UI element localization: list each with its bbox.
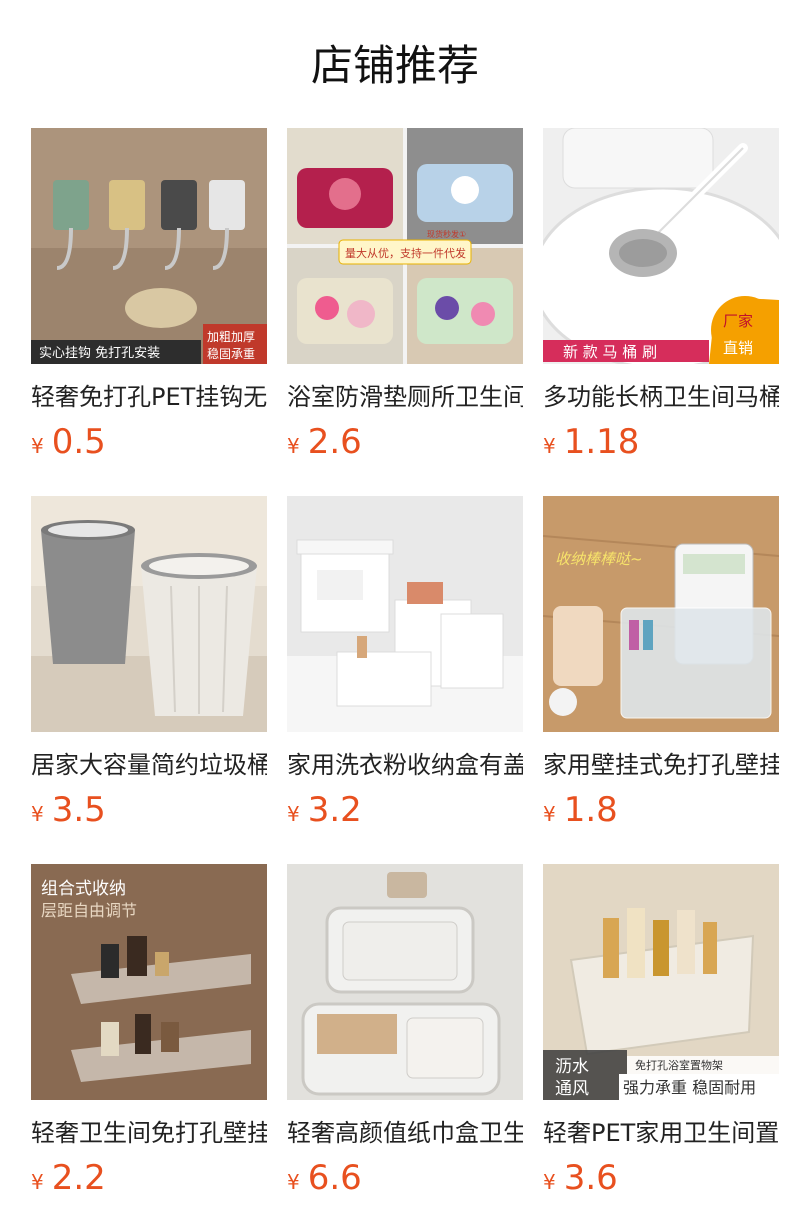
product-image[interactable] [287,496,523,732]
product-image[interactable] [287,864,523,1100]
badge-text: 通风 [555,1079,589,1099]
price-value: 3.2 [307,790,362,830]
product-name[interactable]: 家用壁挂式免打孔壁挂收纳盒 [543,748,779,782]
tissue-box-image [287,864,523,1100]
toilet-brush-image: 新 款 马 桶 刷 厂家 直销 [543,128,779,364]
product-grid: 实心挂钩 免打孔安装 加粗加厚 稳固承重 轻奢免打孔PET挂钩无痕强力粘胶 ¥ … [31,128,790,1232]
product-card[interactable]: 收纳棒棒哒~ 家用壁挂式免打孔壁挂收纳盒 ¥ 1.8 [543,496,779,864]
badge-text: 组合式收纳 [41,879,126,899]
price-value: 6.6 [307,1158,362,1198]
badge-text: 收纳棒棒哒~ [555,550,643,568]
badge-text: 量大从优，支持一件代发 [345,246,466,260]
product-card[interactable]: 轻奢高颜值纸巾盒卫生间 ¥ 6.6 [287,864,523,1232]
product-price: ¥ 3.6 [543,1156,779,1200]
trash-can-image [31,496,267,732]
product-card[interactable]: 家用洗衣粉收纳盒有盖 ¥ 3.2 [287,496,523,864]
product-image[interactable]: 量大从优，支持一件代发 现货秒发① [287,128,523,364]
wall-shelf-image: 组合式收纳 层距自由调节 [31,864,267,1100]
product-name[interactable]: 轻奢高颜值纸巾盒卫生间 [287,1116,523,1150]
product-price: ¥ 2.6 [287,420,523,464]
product-name[interactable]: 轻奢免打孔PET挂钩无痕强力粘胶 [31,380,267,414]
product-image[interactable]: 实心挂钩 免打孔安装 加粗加厚 稳固承重 [31,128,267,364]
badge-text: 沥水 [555,1057,589,1077]
product-name[interactable]: 居家大容量简约垃圾桶 [31,748,267,782]
product-price: ¥ 3.2 [287,788,523,832]
wall-pouch-image: 收纳棒棒哒~ [543,496,779,732]
currency-symbol: ¥ [31,802,44,826]
badge-text: 新 款 马 桶 刷 [563,343,657,361]
product-name[interactable]: 轻奢卫生间免打孔壁挂置物架 [31,1116,267,1150]
product-price: ¥ 2.2 [31,1156,267,1200]
product-image[interactable]: 新 款 马 桶 刷 厂家 直销 [543,128,779,364]
currency-symbol: ¥ [543,434,556,458]
product-name[interactable]: 家用洗衣粉收纳盒有盖 [287,748,523,782]
price-value: 2.6 [307,422,362,462]
product-price: ¥ 1.18 [543,420,779,464]
product-price: ¥ 3.5 [31,788,267,832]
badge-text: 加粗加厚 [207,330,255,344]
product-card[interactable]: 量大从优，支持一件代发 现货秒发① 浴室防滑垫厕所卫生间吸水地垫 ¥ 2.6 [287,128,523,496]
currency-symbol: ¥ [287,1170,300,1194]
product-price: ¥ 6.6 [287,1156,523,1200]
price-value: 2.2 [51,1158,106,1198]
product-card[interactable]: 组合式收纳 层距自由调节 轻奢卫生间免打孔壁挂置物架 ¥ 2.2 [31,864,267,1232]
badge-text: 稳固承重 [207,346,255,361]
product-name[interactable]: 多功能长柄卫生间马桶刷 [543,380,779,414]
price-value: 1.8 [563,790,618,830]
currency-symbol: ¥ [287,802,300,826]
currency-symbol: ¥ [543,802,556,826]
currency-symbol: ¥ [31,1170,44,1194]
product-name[interactable]: 浴室防滑垫厕所卫生间吸水地垫 [287,380,523,414]
hooks-image: 实心挂钩 免打孔安装 加粗加厚 稳固承重 [31,128,267,364]
price-value: 1.18 [563,422,640,462]
storage-box-image [287,496,523,732]
currency-symbol: ¥ [31,434,44,458]
currency-symbol: ¥ [543,1170,556,1194]
badge-text: 层距自由调节 [41,901,137,920]
pet-rack-image: 沥水 通风 免打孔浴室置物架 强力承重 稳固耐用 [543,864,779,1100]
badge-text: 现货秒发① [427,229,466,239]
product-image[interactable] [31,496,267,732]
product-image[interactable]: 收纳棒棒哒~ [543,496,779,732]
product-card[interactable]: 居家大容量简约垃圾桶 ¥ 3.5 [31,496,267,864]
badge-text: 直销 [723,339,753,357]
product-card[interactable]: 实心挂钩 免打孔安装 加粗加厚 稳固承重 轻奢免打孔PET挂钩无痕强力粘胶 ¥ … [31,128,267,496]
badge-text: 厂家 [723,312,753,330]
price-value: 3.6 [563,1158,618,1198]
product-price: ¥ 0.5 [31,420,267,464]
product-card[interactable]: 新 款 马 桶 刷 厂家 直销 多功能长柄卫生间马桶刷 ¥ 1.18 [543,128,779,496]
badge-text: 免打孔浴室置物架 [635,1058,723,1072]
product-image[interactable]: 组合式收纳 层距自由调节 [31,864,267,1100]
page-title: 店铺推荐 [310,41,479,90]
price-value: 0.5 [51,422,106,462]
currency-symbol: ¥ [287,434,300,458]
price-value: 3.5 [51,790,106,830]
product-card[interactable]: 沥水 通风 免打孔浴室置物架 强力承重 稳固耐用 轻奢PET家用卫生间置物架 ¥… [543,864,779,1232]
badge-text: 强力承重 稳固耐用 [623,1078,756,1097]
badge-text: 实心挂钩 免打孔安装 [39,346,160,361]
product-name[interactable]: 轻奢PET家用卫生间置物架 [543,1116,779,1150]
product-price: ¥ 1.8 [543,788,779,832]
product-image[interactable]: 沥水 通风 免打孔浴室置物架 强力承重 稳固耐用 [543,864,779,1100]
bath-mat-image: 量大从优，支持一件代发 现货秒发① [287,128,523,364]
